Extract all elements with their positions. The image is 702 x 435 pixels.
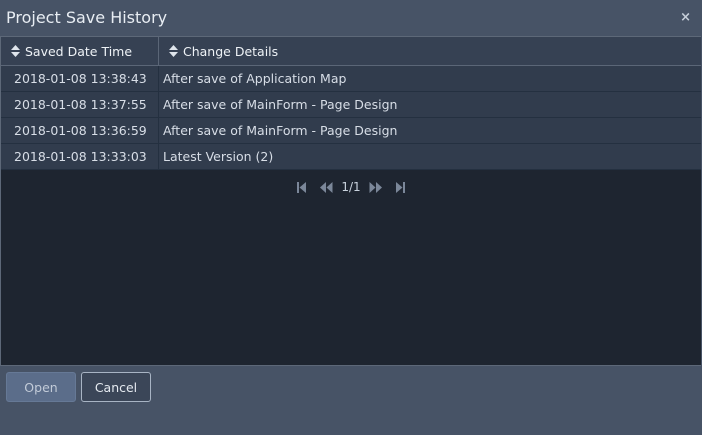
table-row[interactable]: 2018-01-08 13:37:55 After save of MainFo… — [1, 92, 701, 118]
pagination: 1/1 — [1, 170, 701, 204]
first-page-icon[interactable] — [290, 181, 314, 193]
cell-change-details: Latest Version (2) — [163, 149, 274, 164]
cell-saved-date-time: 2018-01-08 13:33:03 — [1, 144, 159, 169]
sort-icon — [169, 45, 178, 57]
column-header-change-details[interactable]: Change Details — [159, 37, 701, 65]
close-icon[interactable]: × — [680, 10, 691, 25]
column-header-label: Saved Date Time — [25, 43, 133, 59]
cell-change-details: After save of Application Map — [163, 71, 347, 86]
sort-icon — [11, 45, 20, 57]
table-row[interactable]: 2018-01-08 13:38:43 After save of Applic… — [1, 66, 701, 92]
last-page-icon[interactable] — [388, 181, 412, 193]
open-button[interactable]: Open — [6, 372, 76, 402]
cell-change-details: After save of MainForm - Page Design — [163, 97, 398, 112]
cell-saved-date-time: 2018-01-08 13:38:43 — [1, 66, 159, 91]
next-page-icon[interactable] — [364, 181, 388, 193]
column-header-label: Change Details — [183, 43, 279, 59]
cell-saved-date-time: 2018-01-08 13:36:59 — [1, 118, 159, 143]
dialog-title: Project Save History — [6, 8, 168, 27]
previous-page-icon[interactable] — [314, 181, 338, 193]
grid-header: Saved Date Time Change Details — [1, 37, 701, 66]
dialog-titlebar: Project Save History × — [0, 0, 702, 37]
column-header-saved-date-time[interactable]: Saved Date Time — [1, 37, 159, 65]
table-row[interactable]: 2018-01-08 13:36:59 After save of MainFo… — [1, 118, 701, 144]
cell-change-details: After save of MainForm - Page Design — [163, 123, 398, 138]
page-indicator: 1/1 — [341, 180, 361, 194]
save-history-grid: Saved Date Time Change Details 2018-01-0… — [0, 36, 701, 366]
table-row[interactable]: 2018-01-08 13:33:03 Latest Version (2) — [1, 144, 701, 170]
cell-saved-date-time: 2018-01-08 13:37:55 — [1, 92, 159, 117]
dialog-footer: Open Cancel — [0, 366, 702, 435]
cancel-button[interactable]: Cancel — [81, 372, 151, 402]
